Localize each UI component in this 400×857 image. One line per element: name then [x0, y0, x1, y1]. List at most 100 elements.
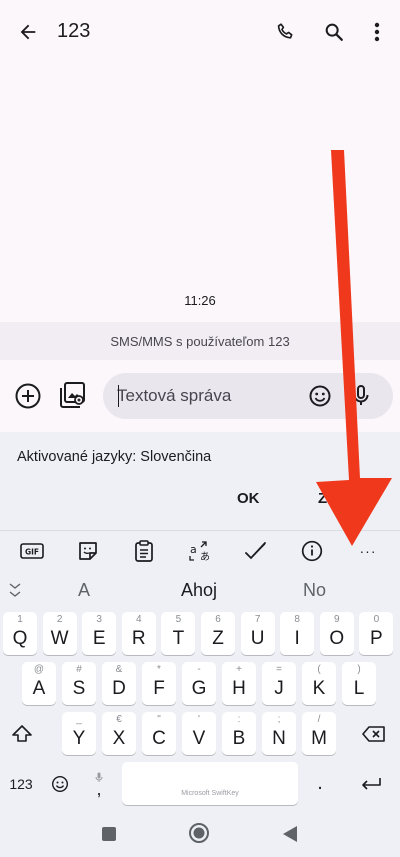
- key-alt-label: &: [115, 664, 123, 675]
- key-label: E: [92, 628, 106, 649]
- key-y[interactable]: _ Y: [62, 712, 96, 755]
- key-alt-label: /: [317, 714, 321, 725]
- key-alt-label: ": [157, 714, 161, 725]
- suggestion-3[interactable]: No: [303, 580, 326, 601]
- key-alt-label: 4: [136, 614, 142, 625]
- compose-bar: [0, 360, 400, 432]
- key-label: O: [329, 628, 345, 649]
- key-m[interactable]: / M: [302, 712, 336, 755]
- key-alt-label: @: [33, 664, 45, 675]
- key-r[interactable]: 4R: [121, 612, 156, 655]
- key-label: W: [50, 628, 69, 649]
- key-label: R: [131, 628, 146, 649]
- handwriting-icon[interactable]: [244, 540, 268, 562]
- back-nav-icon[interactable]: [282, 825, 298, 843]
- key-w[interactable]: 2W: [42, 612, 77, 655]
- gallery-icon[interactable]: [58, 380, 88, 410]
- sticker-icon[interactable]: [76, 540, 100, 562]
- suggestion-1[interactable]: A: [78, 580, 90, 601]
- phone-icon[interactable]: [272, 18, 300, 46]
- key-alt-label: 5: [175, 614, 182, 625]
- message-timestamp: 11:26: [184, 293, 216, 308]
- comma-key[interactable]: ,: [86, 762, 112, 805]
- key-alt-label: _: [76, 714, 82, 725]
- key-z[interactable]: 6Z: [201, 612, 235, 655]
- key-label: M: [311, 728, 327, 749]
- home-icon[interactable]: [188, 822, 210, 844]
- key-k[interactable]: (K: [302, 662, 336, 705]
- change-language-button[interactable]: Zmeniť: [318, 490, 378, 507]
- key-label: P: [370, 628, 383, 649]
- key-label: X: [112, 728, 126, 749]
- text-caret: [118, 385, 119, 407]
- key-label: B: [232, 728, 246, 749]
- key-h[interactable]: + H: [222, 662, 256, 705]
- key-label: V: [192, 728, 206, 749]
- key-label: H: [232, 678, 246, 699]
- backspace-icon[interactable]: [355, 712, 393, 755]
- key-alt-label: :: [237, 714, 241, 725]
- key-alt-label: +: [236, 664, 242, 675]
- ok-button[interactable]: OK: [237, 490, 260, 507]
- key-d[interactable]: & D: [102, 662, 136, 705]
- system-nav-bar: [0, 815, 400, 857]
- search-icon[interactable]: [320, 18, 348, 46]
- key-alt-label: 9: [334, 614, 340, 625]
- key-label: J: [274, 678, 284, 699]
- key-alt-label: -: [197, 664, 201, 675]
- key-x[interactable]: € X: [102, 712, 136, 755]
- key-alt-label: ): [357, 664, 361, 675]
- gif-icon[interactable]: GIF: [20, 540, 44, 562]
- period-key[interactable]: .: [307, 762, 333, 805]
- translate-icon[interactable]: aあ: [188, 540, 212, 562]
- key-a[interactable]: @ A: [22, 662, 56, 705]
- key-s[interactable]: # S: [62, 662, 96, 705]
- key-label: N: [272, 728, 286, 749]
- info-icon[interactable]: [300, 540, 324, 562]
- clipboard-icon[interactable]: [132, 540, 156, 562]
- suggestion-2[interactable]: Ahoj: [181, 580, 217, 601]
- message-input[interactable]: [117, 384, 297, 408]
- emoji-icon[interactable]: [308, 384, 332, 408]
- key-t[interactable]: 5T: [161, 612, 196, 655]
- key-e[interactable]: 3E: [82, 612, 117, 655]
- key-n[interactable]: ; N: [262, 712, 296, 755]
- key-b[interactable]: :B: [222, 712, 256, 755]
- key-o[interactable]: 9O: [319, 612, 354, 655]
- key-label: T: [172, 628, 185, 649]
- key-label: Y: [72, 728, 86, 749]
- enter-icon[interactable]: [355, 762, 387, 805]
- key-j[interactable]: = J: [262, 662, 296, 705]
- key-alt-label: ;: [277, 714, 281, 725]
- key-alt-label: €: [116, 714, 122, 725]
- emoji-key-icon[interactable]: [47, 762, 73, 805]
- more-vert-icon[interactable]: [363, 18, 391, 46]
- key-f[interactable]: * F: [142, 662, 176, 705]
- key-label: C: [152, 728, 166, 749]
- key-p[interactable]: 0P: [359, 612, 394, 655]
- key-alt-label: 8: [294, 614, 300, 625]
- shift-icon[interactable]: [4, 712, 40, 755]
- collapse-keyboard-icon[interactable]: [8, 582, 26, 600]
- arrow-left-icon[interactable]: [14, 18, 42, 46]
- recents-icon[interactable]: [101, 826, 117, 842]
- key-l[interactable]: ) L: [342, 662, 376, 705]
- key-label: K: [312, 678, 326, 699]
- conversation-info: SMS/MMS s používateľom 123: [0, 322, 400, 360]
- key-alt-label: 2: [56, 614, 63, 625]
- add-circle-icon[interactable]: [14, 382, 42, 410]
- conversation-title: 123: [57, 20, 91, 42]
- more-tools-icon[interactable]: ···: [356, 540, 380, 562]
- numbers-key[interactable]: 123: [4, 762, 38, 805]
- key-u[interactable]: 7U: [240, 612, 275, 655]
- mic-icon[interactable]: [349, 384, 373, 408]
- space-bar[interactable]: Microsoft SwiftKey: [122, 762, 298, 805]
- svg-text:a: a: [190, 543, 197, 556]
- message-input-container[interactable]: [103, 373, 393, 419]
- key-i[interactable]: 8I: [280, 612, 315, 655]
- key-v[interactable]: ' V: [182, 712, 216, 755]
- key-g[interactable]: -G: [182, 662, 216, 705]
- key-q[interactable]: 1Q: [3, 612, 37, 655]
- key-c[interactable]: " C: [142, 712, 176, 755]
- key-alt-label: (: [317, 664, 321, 675]
